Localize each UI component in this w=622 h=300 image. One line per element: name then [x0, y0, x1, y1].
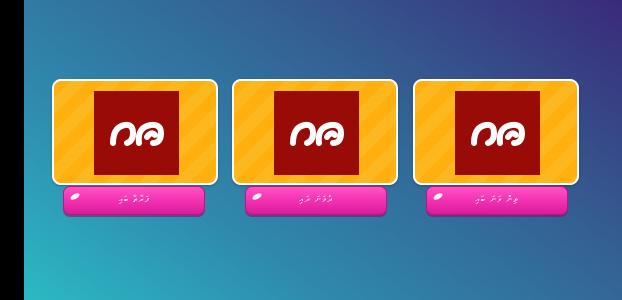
level-card-3[interactable] — [413, 79, 579, 185]
button-shine-2 — [251, 191, 263, 202]
level-button-label-3: ތިން ވަނަ ބައި — [475, 195, 519, 205]
letter-tile-2 — [274, 91, 359, 175]
thaana-glyph-icon — [470, 121, 525, 146]
button-shine-1 — [69, 191, 81, 202]
game-screen: ފަރާތާ ބައި ދެވަނަ ދައި ތިން ވަނަ ބައި — [0, 0, 622, 300]
level-card-2[interactable] — [232, 79, 398, 185]
level-button-2[interactable]: ދެވަނަ ދައި — [245, 186, 387, 215]
thaana-glyph-icon — [109, 121, 164, 146]
letter-tile-1 — [94, 91, 179, 175]
button-shine-3 — [432, 191, 444, 202]
thaana-glyph-icon — [289, 121, 344, 146]
level-button-label-1: ފަރާތާ ބައި — [118, 195, 150, 205]
level-button-3[interactable]: ތިން ވަނަ ބައި — [426, 186, 568, 215]
letter-tile-3 — [455, 91, 540, 175]
level-card-1[interactable] — [52, 79, 218, 185]
level-button-label-2: ދެވަނަ ދައި — [299, 195, 333, 205]
level-button-1[interactable]: ފަރާތާ ބައި — [63, 186, 205, 215]
left-black-bar — [0, 0, 24, 300]
